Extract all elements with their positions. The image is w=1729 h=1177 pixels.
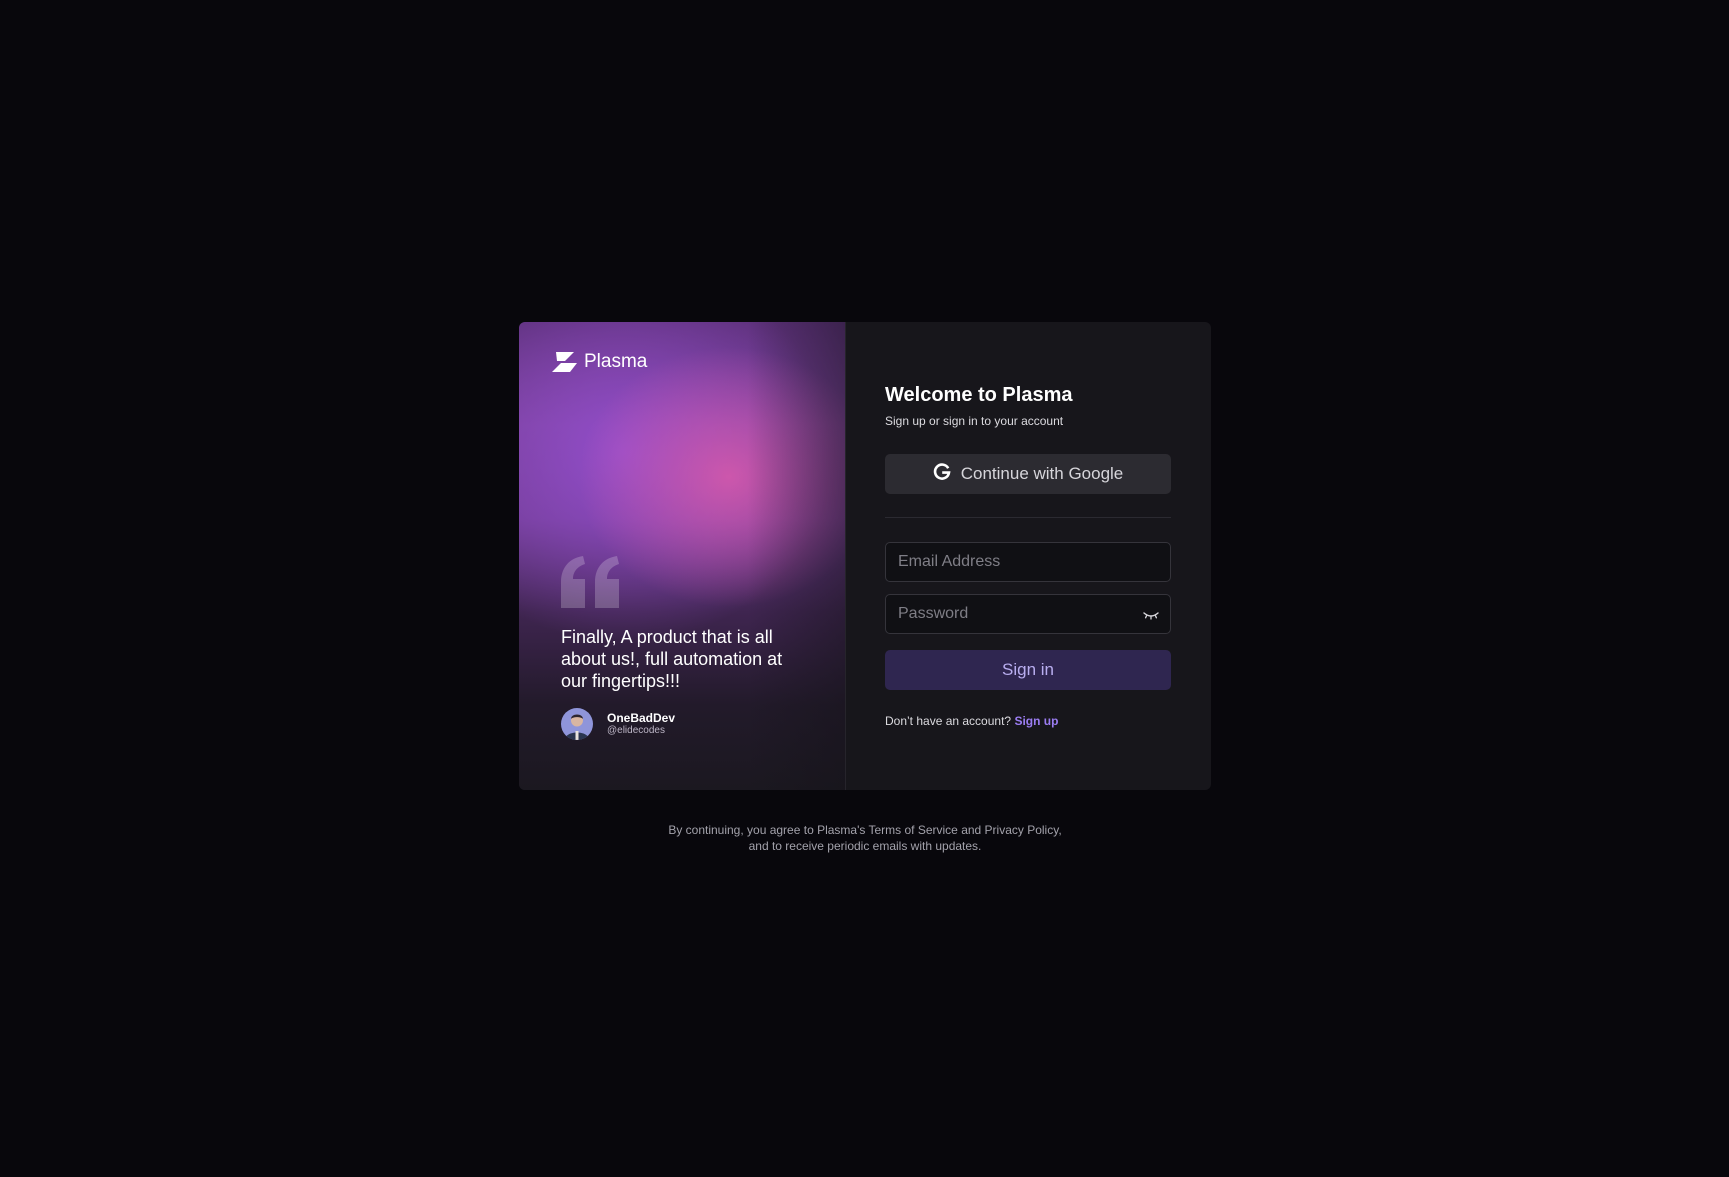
sign-up-link[interactable]: Sign up xyxy=(1014,714,1058,728)
brand-logo: Plasma xyxy=(551,351,647,373)
google-button-label: Continue with Google xyxy=(960,464,1124,483)
avatar xyxy=(561,708,593,740)
auth-card: Plasma Finally, A product that is all ab… xyxy=(519,322,1211,790)
divider xyxy=(885,517,1171,518)
google-g-icon xyxy=(933,462,951,486)
sign-in-button[interactable]: Sign in xyxy=(885,650,1171,690)
password-input[interactable] xyxy=(886,595,1170,633)
testimonial-quote: Finally, A product that is all about us!… xyxy=(561,627,783,691)
eye-closed-icon[interactable] xyxy=(1142,607,1160,623)
email-field-wrapper xyxy=(885,542,1171,582)
no-account-text: Don’t have an account? xyxy=(885,714,1012,728)
signup-prompt: Don’t have an account? Sign up xyxy=(885,714,1058,728)
lightning-bolt-icon xyxy=(551,351,577,373)
author-name: OneBadDev xyxy=(607,710,676,725)
password-field-wrapper xyxy=(885,594,1171,634)
continue-with-google-button[interactable]: Continue with Google xyxy=(885,454,1171,494)
quotation-mark-icon xyxy=(559,554,623,615)
testimonial-panel: Plasma Finally, A product that is all ab… xyxy=(519,322,846,790)
page-title: Welcome to Plasma xyxy=(885,384,1073,406)
author-handle: @elidecodes xyxy=(607,724,665,736)
email-input[interactable] xyxy=(886,543,1170,581)
testimonial-author: OneBadDev @elidecodes xyxy=(561,708,675,740)
brand-name: Plasma xyxy=(584,351,648,372)
sign-in-form: Welcome to Plasma Sign up or sign in to … xyxy=(846,322,1211,790)
page-subtitle: Sign up or sign in to your account xyxy=(885,414,1064,428)
legal-notice: By continuing, you agree to Plasma's Ter… xyxy=(668,823,1062,853)
